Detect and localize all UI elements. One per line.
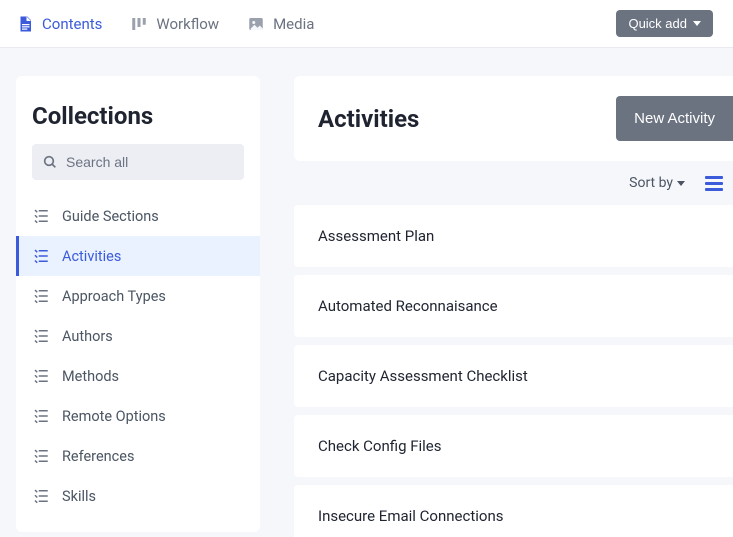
sidebar-title: Collections [16, 82, 260, 144]
sidebar-item-label: Guide Sections [62, 208, 159, 225]
sidebar-item-label: Remote Options [62, 408, 166, 425]
sort-by-label: Sort by [629, 175, 673, 191]
new-button-label: New Activity [634, 110, 715, 127]
card-title: Assessment Plan [318, 227, 434, 245]
sort-by-dropdown[interactable]: Sort by [629, 175, 685, 191]
search-input[interactable] [66, 154, 234, 170]
collection-icon [32, 367, 50, 385]
collection-icon [32, 407, 50, 425]
list-toolbar: Sort by [294, 161, 733, 205]
sidebar-item-label: Skills [62, 488, 96, 505]
collection-icon [32, 207, 50, 225]
collection-icon [32, 247, 50, 265]
main: Activities New Activity Sort by Assessme… [294, 76, 733, 537]
list-item[interactable]: Insecure Email Connections [294, 485, 733, 537]
collection-icon [32, 487, 50, 505]
sidebar-item-skills[interactable]: Skills [16, 476, 260, 516]
sidebar-item-references[interactable]: References [16, 436, 260, 476]
collection-icon [32, 447, 50, 465]
document-icon [16, 15, 34, 33]
tab-media[interactable]: Media [247, 15, 314, 33]
collection-icon [32, 327, 50, 345]
sidebar-item-approach-types[interactable]: Approach Types [16, 276, 260, 316]
search-icon [42, 154, 58, 170]
image-icon [247, 15, 265, 33]
card-title: Check Config Files [318, 437, 442, 455]
sidebar-item-label: Activities [62, 248, 121, 265]
sidebar-item-methods[interactable]: Methods [16, 356, 260, 396]
tab-label: Workflow [156, 15, 219, 33]
sidebar-item-guide-sections[interactable]: Guide Sections [16, 196, 260, 236]
quick-add-button[interactable]: Quick add [616, 10, 713, 37]
view-list-icon[interactable] [705, 176, 727, 191]
search-input-wrap[interactable] [32, 144, 244, 180]
tab-label: Contents [42, 15, 102, 33]
sidebar-list: Guide Sections Activities Approach Types… [16, 196, 260, 516]
list-item[interactable]: Assessment Plan [294, 205, 733, 267]
card-title: Insecure Email Connections [318, 507, 503, 525]
page-title: Activities [318, 105, 600, 133]
list-item[interactable]: Automated Reconnaisance [294, 275, 733, 337]
columns-icon [130, 15, 148, 33]
sidebar: Collections Guide Sections Activities Ap… [16, 76, 260, 532]
card-title: Capacity Assessment Checklist [318, 367, 528, 385]
collection-icon [32, 287, 50, 305]
body: Collections Guide Sections Activities Ap… [0, 48, 733, 537]
chevron-down-icon [693, 21, 701, 26]
tab-label: Media [273, 15, 314, 33]
list-item[interactable]: Check Config Files [294, 415, 733, 477]
sidebar-item-label: Authors [62, 328, 113, 345]
card-title: Automated Reconnaisance [318, 297, 498, 315]
tab-workflow[interactable]: Workflow [130, 15, 219, 33]
chevron-down-icon [677, 181, 685, 186]
main-header: Activities New Activity [294, 76, 733, 161]
tab-contents[interactable]: Contents [16, 15, 102, 33]
top-nav: Contents Workflow Media Quick add [0, 0, 733, 48]
sidebar-item-label: References [62, 448, 134, 465]
list-item[interactable]: Capacity Assessment Checklist [294, 345, 733, 407]
sidebar-item-remote-options[interactable]: Remote Options [16, 396, 260, 436]
top-tabs: Contents Workflow Media [16, 15, 314, 33]
new-activity-button[interactable]: New Activity [616, 96, 733, 141]
sidebar-item-authors[interactable]: Authors [16, 316, 260, 356]
sidebar-item-activities[interactable]: Activities [16, 236, 260, 276]
activity-list: Assessment Plan Automated Reconnaisance … [294, 205, 733, 537]
quick-add-label: Quick add [628, 16, 687, 31]
sidebar-item-label: Approach Types [62, 288, 166, 305]
sidebar-item-label: Methods [62, 368, 119, 385]
